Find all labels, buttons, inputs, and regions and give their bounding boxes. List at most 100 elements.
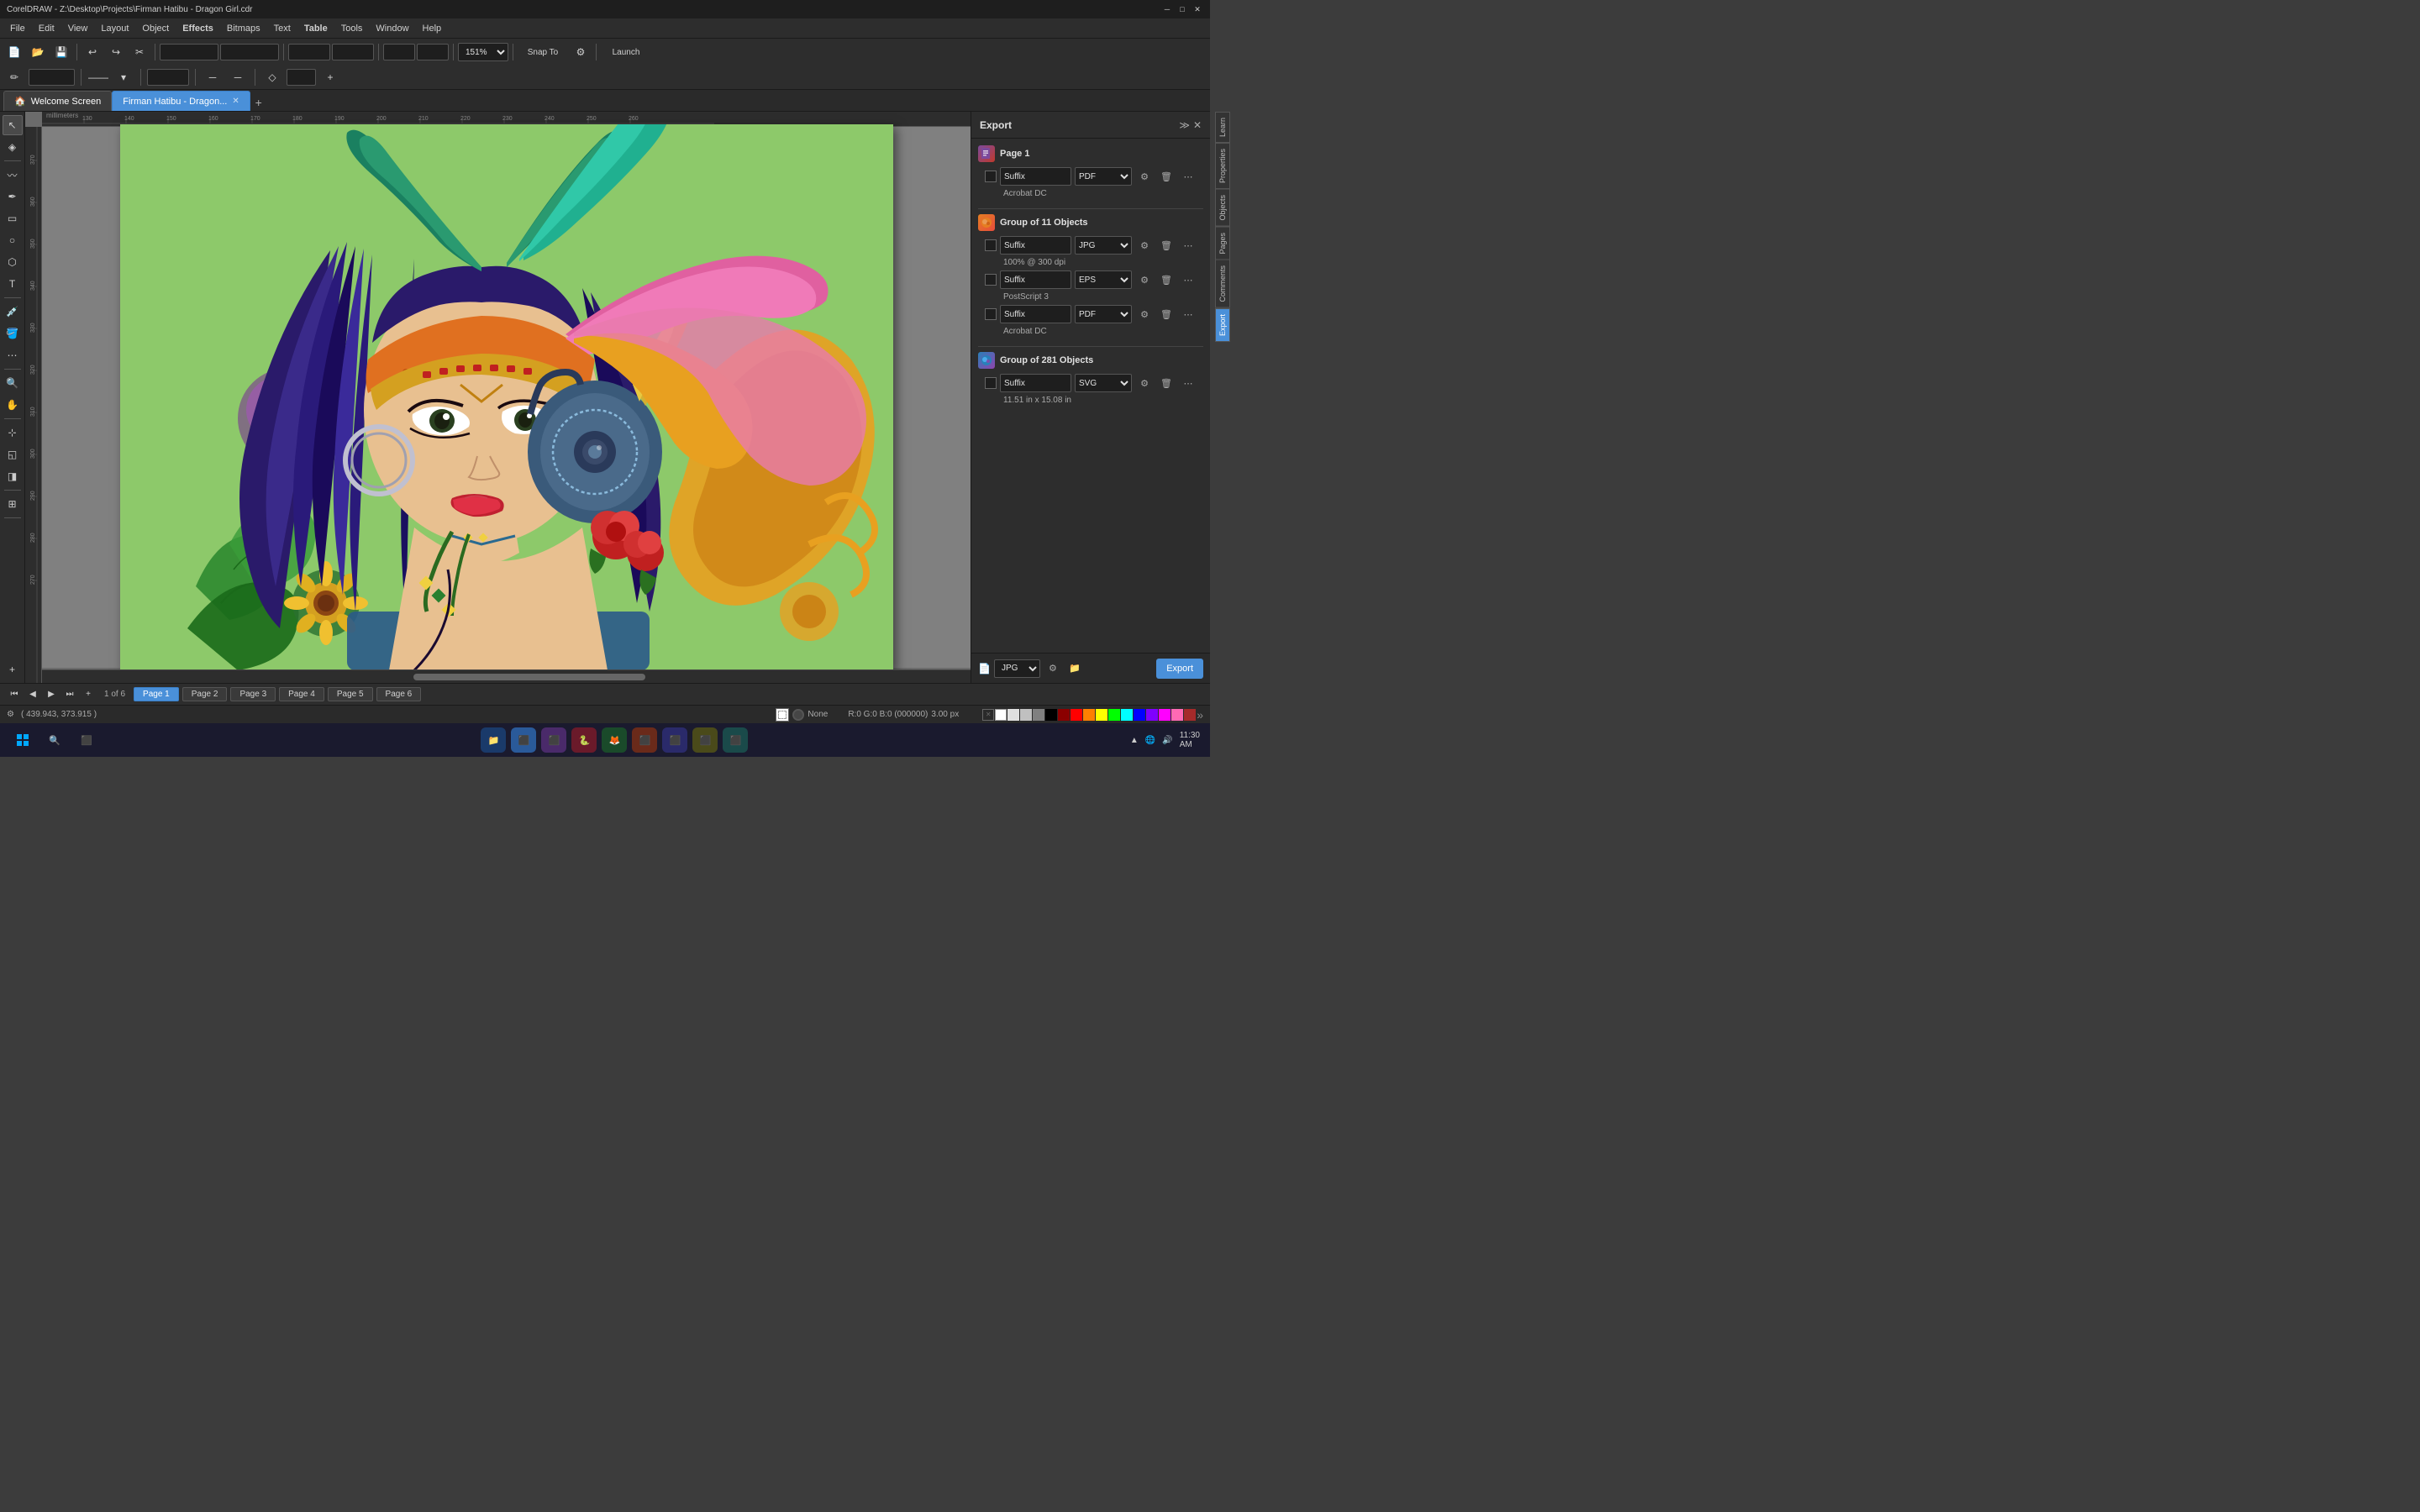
page1-suffix-input[interactable] xyxy=(1000,167,1071,186)
maximize-btn[interactable]: □ xyxy=(1176,3,1188,15)
white-swatch[interactable] xyxy=(995,709,1007,721)
menu-help[interactable]: Help xyxy=(416,22,449,35)
palette-more-btn[interactable]: » xyxy=(1197,708,1203,722)
side-tab-export[interactable]: Export xyxy=(1215,308,1230,342)
group11-format1-select[interactable]: JPG PNG PDF xyxy=(1075,236,1132,255)
page-tab-4[interactable]: Page 4 xyxy=(279,687,324,701)
stroke-type-btn[interactable]: ✏ xyxy=(3,66,25,88)
dash-select-btn[interactable]: ▾ xyxy=(113,66,134,88)
group281-format1-select[interactable]: SVG PDF PNG xyxy=(1075,374,1132,392)
export-format-select[interactable]: JPG PNG PDF SVG EPS xyxy=(994,659,1040,678)
undo-btn[interactable]: ↩ xyxy=(82,41,103,63)
app-icon-7[interactable]: ⬛ xyxy=(692,727,718,753)
snap-to-btn[interactable]: Snap To xyxy=(518,41,568,63)
x-position-input[interactable]: 298.535 mm xyxy=(160,44,218,60)
menu-edit[interactable]: Edit xyxy=(32,22,61,35)
export-settings-icon[interactable]: ⚙ xyxy=(1044,659,1062,678)
save-btn[interactable]: 💾 xyxy=(50,41,72,63)
plus-btn[interactable]: ─ xyxy=(227,66,249,88)
nib-btn[interactable]: ◇ xyxy=(261,66,283,88)
close-btn[interactable]: ✕ xyxy=(1192,3,1203,15)
side-tab-learn[interactable]: Learn xyxy=(1215,112,1230,143)
expand-icon[interactable]: ≫ xyxy=(1179,119,1190,131)
group11-more1-btn[interactable]: ⋯ xyxy=(1179,236,1197,255)
menu-view[interactable]: View xyxy=(61,22,95,35)
side-tab-pages[interactable]: Pages xyxy=(1215,227,1230,260)
side-tab-properties[interactable]: Properties xyxy=(1215,143,1230,189)
new-btn[interactable]: 📄 xyxy=(3,41,25,63)
horizontal-scrollbar[interactable] xyxy=(42,669,971,683)
pen-tool[interactable]: ✒ xyxy=(3,186,23,207)
page-add-btn[interactable]: + xyxy=(81,687,96,702)
node-tool[interactable]: ◈ xyxy=(3,137,23,157)
menu-effects[interactable]: Effects xyxy=(176,22,220,35)
side-tab-objects[interactable]: Objects xyxy=(1215,189,1230,227)
dash-pattern-btn[interactable]: —— xyxy=(87,66,109,88)
fill-tool[interactable]: 🪣 xyxy=(3,323,23,344)
zoom-select[interactable]: 151% 100% 75% 50% xyxy=(458,43,508,61)
tab-welcome-screen[interactable]: 🏠 Welcome Screen xyxy=(3,91,112,111)
app-icon-8[interactable]: ⬛ xyxy=(723,727,748,753)
add-tab-btn[interactable]: + xyxy=(250,94,267,111)
page-prev-btn[interactable]: ◀ xyxy=(25,687,40,702)
group281-check1[interactable] xyxy=(985,377,997,389)
group11-delete3-btn[interactable]: 🗑 xyxy=(1157,305,1176,323)
smart-tool[interactable]: ⊹ xyxy=(3,423,23,443)
app-icon-5[interactable]: ⬛ xyxy=(632,727,657,753)
group11-check2[interactable] xyxy=(985,274,997,286)
no-fill-swatch[interactable]: ✕ xyxy=(982,709,994,721)
shadow-tool[interactable]: ◱ xyxy=(3,444,23,465)
group11-settings1-btn[interactable]: ⚙ xyxy=(1135,236,1154,255)
open-btn[interactable]: 📂 xyxy=(27,41,49,63)
add-nib-btn[interactable]: + xyxy=(319,66,341,88)
snap-settings-btn[interactable]: ⚙ xyxy=(570,41,592,63)
group11-settings3-btn[interactable]: ⚙ xyxy=(1135,305,1154,323)
page-tab-1[interactable]: Page 1 xyxy=(134,687,179,701)
app-icon-1[interactable]: ⬛ xyxy=(511,727,536,753)
minimize-btn[interactable]: ─ xyxy=(1161,3,1173,15)
app-icon-4[interactable]: 🦊 xyxy=(602,727,627,753)
angle-input[interactable]: 0.0 xyxy=(147,69,189,86)
menu-object[interactable]: Object xyxy=(135,22,176,35)
black-swatch[interactable] xyxy=(1045,709,1057,721)
magenta-swatch[interactable] xyxy=(1159,709,1171,721)
group281-more1-btn[interactable]: ⋯ xyxy=(1179,374,1197,392)
green-swatch[interactable] xyxy=(1108,709,1120,721)
group11-format2-select[interactable]: EPS PDF JPG xyxy=(1075,270,1132,289)
purple-swatch[interactable] xyxy=(1146,709,1158,721)
scrollbar-thumb[interactable] xyxy=(413,674,645,680)
canvas-content[interactable] xyxy=(42,127,971,668)
network-icon[interactable]: 🌐 xyxy=(1145,736,1155,745)
blend-tool[interactable]: ⋯ xyxy=(3,345,23,365)
page1-more-btn[interactable]: ⋯ xyxy=(1179,167,1197,186)
window-controls[interactable]: ─ □ ✕ xyxy=(1161,3,1203,15)
page1-settings-btn[interactable]: ⚙ xyxy=(1135,167,1154,186)
group11-suffix3-input[interactable] xyxy=(1000,305,1071,323)
group11-check3[interactable] xyxy=(985,308,997,320)
menu-window[interactable]: Window xyxy=(369,22,415,35)
blue-swatch[interactable] xyxy=(1134,709,1145,721)
launch-btn[interactable]: Launch xyxy=(601,41,651,63)
app-icon-6[interactable]: ⬛ xyxy=(662,727,687,753)
group281-delete1-btn[interactable]: 🗑 xyxy=(1157,374,1176,392)
export-folder-icon[interactable]: 📁 xyxy=(1065,659,1084,678)
darkred-swatch[interactable] xyxy=(1058,709,1070,721)
scale-w-input[interactable]: 100.0 xyxy=(383,44,415,60)
page-last-btn[interactable]: ⏭ xyxy=(62,687,77,702)
file-explorer-btn[interactable]: 📁 xyxy=(481,727,506,753)
app-icon-3[interactable]: 🐍 xyxy=(571,727,597,753)
menu-table[interactable]: Table xyxy=(297,22,334,35)
page1-checkbox[interactable] xyxy=(985,171,997,182)
value2-input[interactable]: 50 xyxy=(287,69,316,86)
gray-swatch[interactable] xyxy=(1020,709,1032,721)
polygon-tool[interactable]: ⬡ xyxy=(3,252,23,272)
orange-swatch[interactable] xyxy=(1083,709,1095,721)
shape-tool[interactable]: ▭ xyxy=(3,208,23,228)
page1-format-select[interactable]: PDF JPG PNG xyxy=(1075,167,1132,186)
red-swatch[interactable] xyxy=(1071,709,1082,721)
tray-up-icon[interactable]: ▲ xyxy=(1130,736,1139,745)
text-tool[interactable]: T xyxy=(3,274,23,294)
settings-icon[interactable]: ⚙ xyxy=(7,710,14,719)
brown-swatch[interactable] xyxy=(1184,709,1196,721)
plus-tool[interactable]: + xyxy=(3,659,23,680)
